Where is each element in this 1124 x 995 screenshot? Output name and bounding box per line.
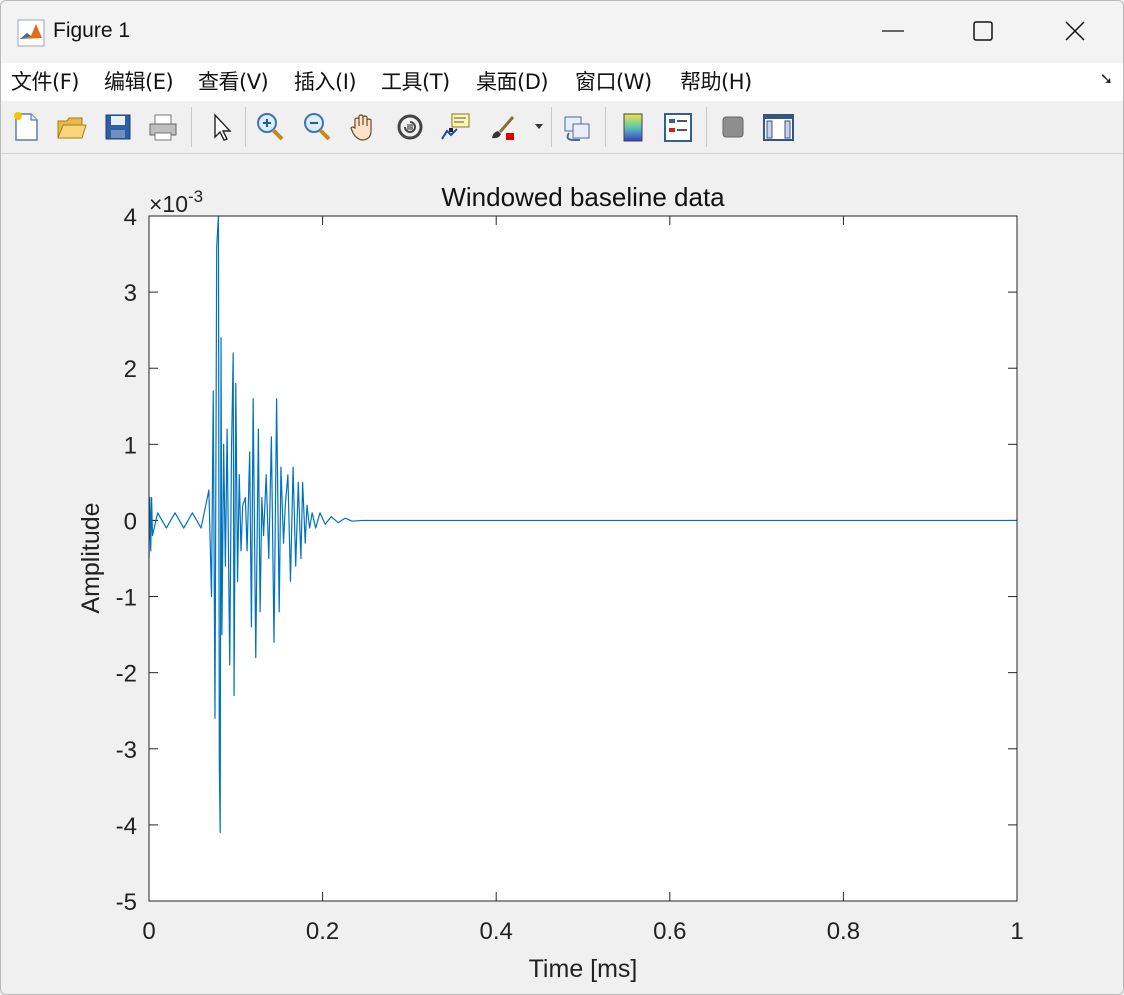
open-file-icon[interactable]	[54, 109, 88, 145]
x-tick-label: 0.4	[480, 918, 513, 945]
axes-background	[149, 216, 1017, 901]
menu-desktop[interactable]: 桌面(D)	[476, 66, 549, 96]
new-figure-icon[interactable]	[9, 109, 43, 145]
zoom-in-icon[interactable]	[253, 109, 287, 145]
matlab-icon	[17, 19, 45, 47]
colorbar-icon[interactable]	[616, 109, 650, 145]
link-plot-icon[interactable]	[560, 109, 594, 145]
y-tick-label: -4	[116, 813, 137, 840]
y-tick-label: 3	[124, 280, 137, 307]
zoom-out-icon[interactable]	[300, 109, 334, 145]
menu-tools[interactable]: 工具(T)	[381, 66, 450, 96]
data-cursor-icon[interactable]	[439, 109, 473, 145]
title-bar: Figure 1	[1, 1, 1123, 63]
menu-window[interactable]: 窗口(W)	[575, 66, 652, 96]
show-plot-tools-icon[interactable]	[761, 109, 795, 145]
y-axis-label: Amplitude	[77, 502, 105, 613]
rotate-3d-icon[interactable]	[393, 109, 427, 145]
pointer-icon[interactable]	[204, 109, 238, 145]
y-tick-label: -5	[116, 889, 137, 916]
minimize-icon[interactable]	[865, 9, 921, 53]
figure-window: Figure 1 文件(F) 编辑(E) 查看(V) 插入(I) 工具(T) 桌…	[0, 0, 1124, 995]
chart-title: Windowed baseline data	[441, 182, 725, 212]
menu-edit[interactable]: 编辑(E)	[104, 66, 174, 96]
y-tick-label: 4	[124, 204, 137, 231]
x-tick-label: 0.2	[306, 918, 339, 945]
y-tick-label: 1	[124, 432, 137, 459]
y-tick-label: -3	[116, 737, 137, 764]
hide-plot-tools-icon[interactable]	[716, 109, 750, 145]
y-tick-label: 0	[124, 508, 137, 535]
x-tick-label: 0	[142, 918, 155, 945]
brush-icon[interactable]	[486, 109, 520, 145]
x-tick-label: 0.6	[653, 918, 686, 945]
y-tick-label: 2	[124, 356, 137, 383]
dock-arrow-icon[interactable]: ➘	[1100, 69, 1113, 88]
x-tick-label: 0.8	[827, 918, 860, 945]
y-exponent-label: ×10-3	[149, 187, 203, 217]
menu-insert[interactable]: 插入(I)	[294, 66, 357, 96]
pan-icon[interactable]	[346, 109, 380, 145]
menu-bar: 文件(F) 编辑(E) 查看(V) 插入(I) 工具(T) 桌面(D) 窗口(W…	[1, 63, 1123, 101]
close-icon[interactable]	[1047, 9, 1103, 53]
x-axis-label: Time [ms]	[529, 955, 638, 983]
brush-dropdown-icon[interactable]	[534, 123, 544, 131]
menu-file[interactable]: 文件(F)	[11, 66, 79, 96]
menu-view[interactable]: 查看(V)	[198, 66, 269, 96]
chart: Windowed baseline data Time [ms] Amplitu…	[77, 182, 1024, 983]
plot-area: Windowed baseline data Time [ms] Amplitu…	[1, 154, 1123, 994]
y-tick-label: -2	[116, 661, 137, 688]
y-tick-label: -1	[116, 585, 137, 612]
x-tick-label: 1	[1010, 918, 1023, 945]
print-icon[interactable]	[146, 109, 180, 145]
save-icon[interactable]	[101, 109, 135, 145]
maximize-icon[interactable]	[955, 9, 1011, 53]
toolbar	[1, 101, 1123, 154]
menu-help[interactable]: 帮助(H)	[680, 66, 752, 96]
legend-icon[interactable]	[661, 109, 695, 145]
window-title: Figure 1	[53, 19, 131, 42]
